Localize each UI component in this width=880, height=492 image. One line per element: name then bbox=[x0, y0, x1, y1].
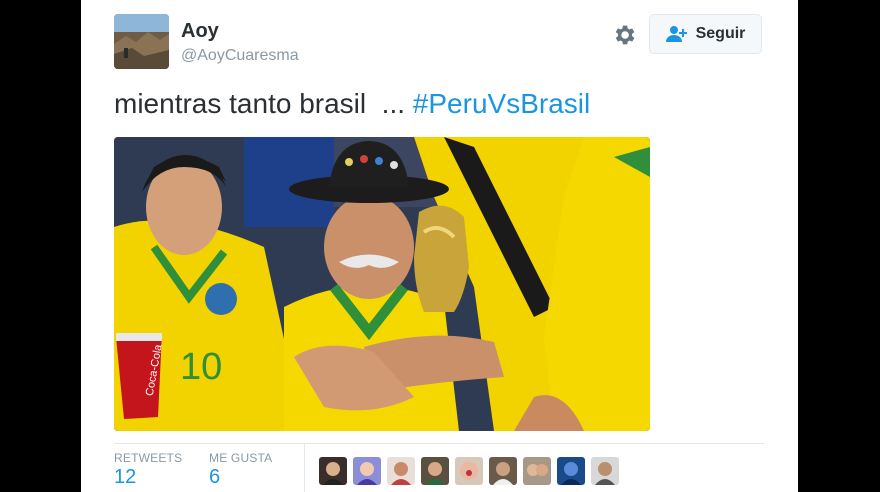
liker-avatar[interactable] bbox=[489, 457, 517, 485]
liker-avatar[interactable] bbox=[557, 457, 585, 485]
liker-avatar[interactable] bbox=[523, 457, 551, 485]
follow-button-label: Seguir bbox=[695, 25, 746, 42]
tweet-text: mientras tanto brasil ... #PeruVsBrasil bbox=[114, 88, 590, 120]
gear-icon[interactable] bbox=[611, 22, 637, 48]
tweet-photo[interactable]: 10 Coca-Cola bbox=[114, 137, 650, 431]
hashtag-link[interactable]: #PeruVsBrasil bbox=[413, 88, 590, 119]
photo-image: 10 Coca-Cola bbox=[114, 137, 650, 431]
liker-avatar[interactable] bbox=[421, 457, 449, 485]
liker-avatar[interactable] bbox=[319, 457, 347, 485]
retweets-count[interactable]: 12 bbox=[114, 466, 136, 489]
user-handle[interactable]: @AoyCuaresma bbox=[181, 47, 299, 65]
user-avatar[interactable] bbox=[114, 14, 169, 69]
liker-avatar[interactable] bbox=[455, 457, 483, 485]
tweet-body: mientras tanto brasil ... bbox=[114, 88, 413, 119]
likers-avatars bbox=[319, 457, 619, 485]
follow-button[interactable]: Seguir bbox=[649, 14, 762, 54]
tweet-card: Aoy @AoyCuaresma Seguir mientras tanto b… bbox=[81, 0, 798, 492]
likes-count[interactable]: 6 bbox=[209, 466, 220, 489]
retweets-label[interactable]: RETWEETS bbox=[114, 451, 182, 465]
liker-avatar[interactable] bbox=[353, 457, 381, 485]
stats-vertical-divider bbox=[304, 443, 305, 492]
jersey-number: 10 bbox=[180, 346, 222, 388]
person-plus-icon bbox=[665, 26, 687, 42]
liker-avatar[interactable] bbox=[387, 457, 415, 485]
user-name[interactable]: Aoy bbox=[181, 20, 219, 43]
stats-divider bbox=[114, 443, 764, 444]
likes-label[interactable]: ME GUSTA bbox=[209, 451, 272, 465]
liker-avatar[interactable] bbox=[591, 457, 619, 485]
avatar-image bbox=[114, 14, 169, 69]
